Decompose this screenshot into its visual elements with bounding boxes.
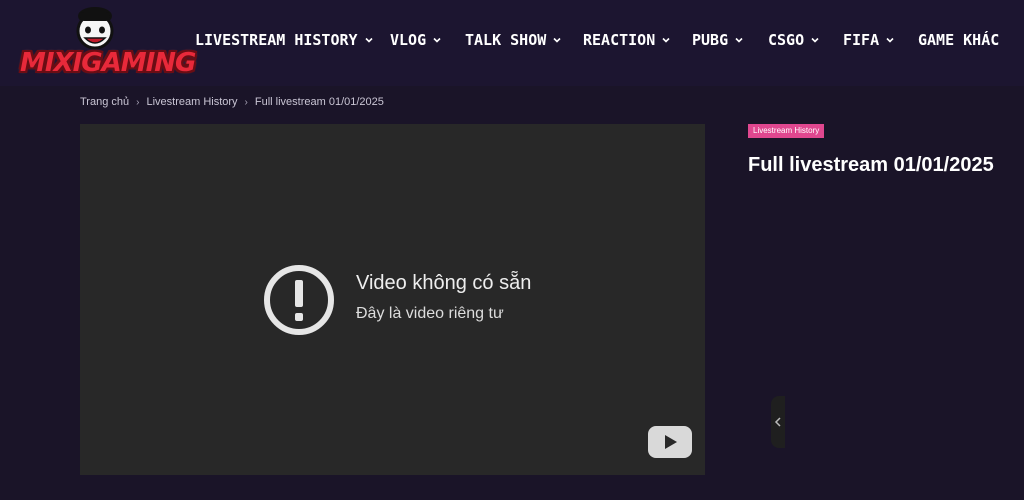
chevron-down-icon <box>662 37 670 43</box>
nav-item-talk-show[interactable]: TALK SHOW <box>465 28 562 52</box>
breadcrumb-category-link[interactable]: Livestream History <box>146 96 237 108</box>
page: MIXIGAMING LIVESTREAM HISTORY VLOG TALK … <box>0 0 1024 500</box>
nav-item-label: REACTION <box>583 31 656 49</box>
chevron-down-icon <box>811 37 819 43</box>
site-logo[interactable]: MIXIGAMING <box>20 4 196 80</box>
category-badge[interactable]: Livestream History <box>748 124 825 138</box>
chevron-left-icon <box>774 417 781 427</box>
nav-item-pubg[interactable]: PUBG <box>692 28 744 52</box>
nav-item-label: FIFA <box>843 31 880 49</box>
breadcrumb-separator-icon: › <box>136 96 140 108</box>
video-error-title: Video không có sẵn <box>356 272 532 294</box>
chevron-down-icon <box>735 37 743 43</box>
post-title: Full livestream 01/01/2025 <box>748 154 994 176</box>
nav-item-game-khac[interactable]: GAME KHÁC <box>918 28 999 52</box>
alert-circle-icon <box>264 265 334 335</box>
nav-item-fifa[interactable]: FIFA <box>843 28 895 52</box>
chevron-down-icon <box>886 37 894 43</box>
video-error-subtitle: Đây là video riêng tư <box>356 305 504 322</box>
mascot-face-icon <box>76 7 114 50</box>
nav-item-label: TALK SHOW <box>465 31 547 49</box>
nav-item-label: CSGO <box>768 31 805 49</box>
breadcrumb: Trang chủ › Livestream History › Full li… <box>80 94 384 110</box>
nav-item-label: VLOG <box>390 31 427 49</box>
nav-item-csgo[interactable]: CSGO <box>768 28 820 52</box>
nav-item-label: PUBG <box>692 31 729 49</box>
nav-item-vlog[interactable]: VLOG <box>390 28 442 52</box>
nav-item-label: LIVESTREAM HISTORY <box>195 31 358 49</box>
chevron-down-icon <box>553 37 561 43</box>
nav-item-livestream-history[interactable]: LIVESTREAM HISTORY <box>195 28 374 52</box>
breadcrumb-home-link[interactable]: Trang chủ <box>80 96 129 108</box>
nav-item-reaction[interactable]: REACTION <box>583 28 671 52</box>
chevron-down-icon <box>364 37 373 43</box>
breadcrumb-current: Full livestream 01/01/2025 <box>254 96 384 108</box>
site-header: MIXIGAMING LIVESTREAM HISTORY VLOG TALK … <box>0 0 1024 86</box>
breadcrumb-separator-icon: › <box>244 96 248 108</box>
nav-item-label: GAME KHÁC <box>918 31 1000 49</box>
video-player[interactable]: Video không có sẵn Đây là video riêng tư <box>80 124 785 475</box>
panel-toggle-handle[interactable] <box>771 396 785 448</box>
chevron-down-icon <box>433 37 441 43</box>
logo-text: MIXIGAMING <box>20 48 196 78</box>
youtube-icon[interactable] <box>647 425 693 459</box>
